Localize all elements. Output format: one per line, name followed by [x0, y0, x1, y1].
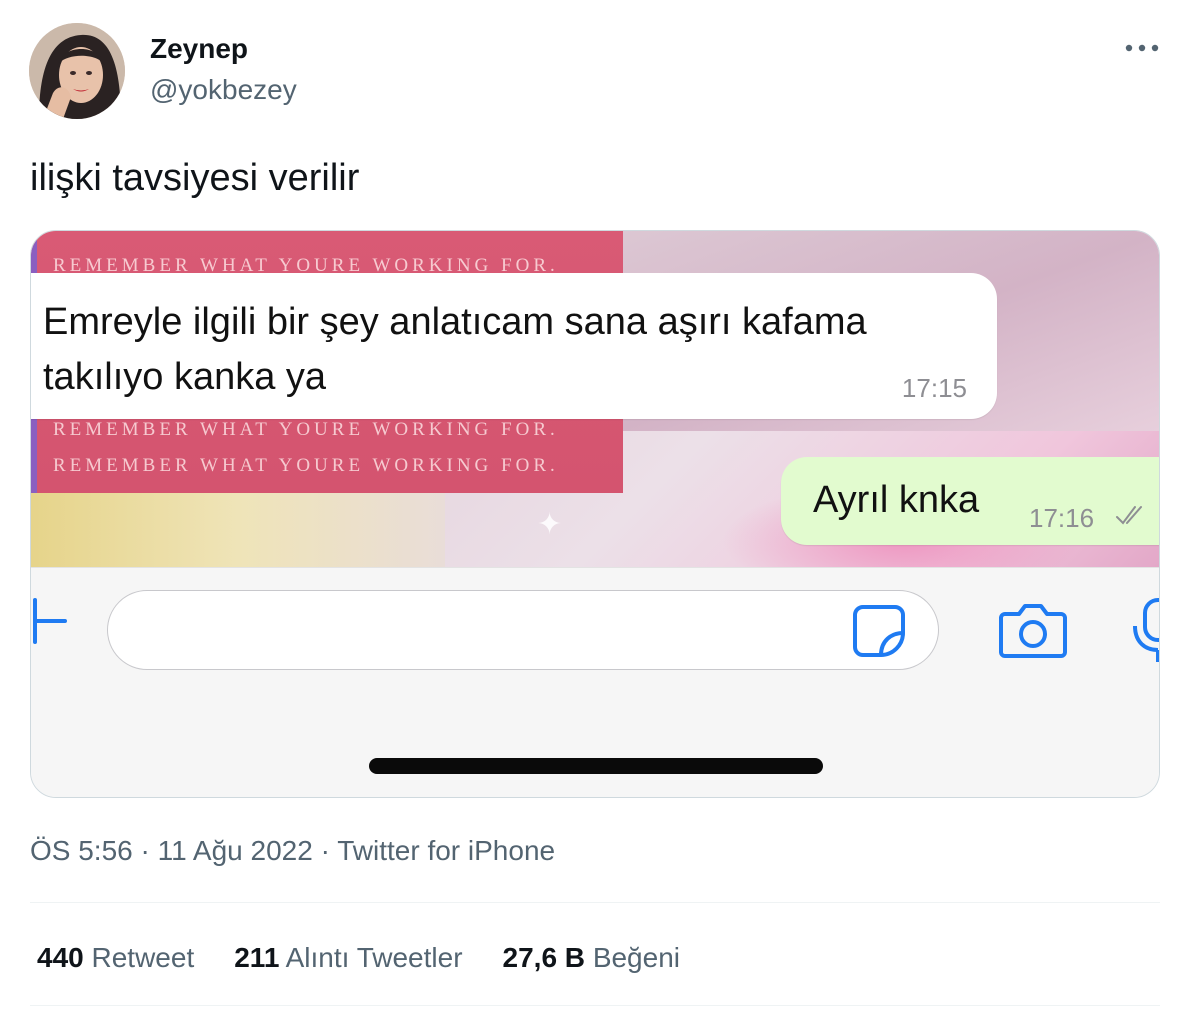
message-input-bar — [31, 567, 1159, 797]
meta-separator: · — [320, 835, 330, 866]
more-button[interactable] — [1120, 36, 1164, 60]
username[interactable]: @yokbezey — [150, 72, 297, 108]
divider — [30, 902, 1160, 903]
more-horizontal-icon — [1125, 44, 1159, 52]
tweet-time[interactable]: ÖS 5:56 — [30, 835, 133, 866]
incoming-message-text: Emreyle ilgili bir şey anlatıcam sana aş… — [43, 301, 867, 398]
stat-count: 211 — [234, 942, 280, 973]
divider — [30, 1005, 1160, 1006]
retweet-count[interactable]: 440 Retweet — [37, 940, 194, 976]
message-input[interactable] — [107, 590, 939, 670]
sparkle-icon: ✦ — [537, 508, 563, 541]
incoming-message-time: 17:15 — [901, 373, 967, 403]
double-check-icon — [1116, 506, 1142, 525]
incoming-message-bubble[interactable]: Emreyle ilgili bir şey anlatıcam sana aş… — [31, 273, 997, 419]
camera-icon[interactable] — [997, 598, 1069, 662]
like-count[interactable]: 27,6 B Beğeni — [503, 940, 680, 976]
tweet-timestamp: ÖS 5:56 · 11 Ağu 2022 · Twitter for iPho… — [30, 834, 555, 868]
stat-label: Retweet — [91, 942, 195, 973]
stat-label: Alıntı Tweetler — [285, 942, 463, 973]
avatar[interactable] — [29, 23, 125, 119]
tweet-media[interactable]: REMEMBER WHAT YOURE WORKING FOR. REMEMBE… — [30, 230, 1160, 798]
quote-tweet-count[interactable]: 211 Alıntı Tweetler — [234, 940, 462, 976]
tweet-date[interactable]: 11 Ağu 2022 — [158, 835, 313, 866]
avatar-image — [29, 23, 125, 119]
wallpaper-text: REMEMBER WHAT YOURE WORKING FOR. — [53, 419, 559, 440]
tweet-source[interactable]: Twitter for iPhone — [337, 835, 555, 866]
outgoing-message-bubble[interactable]: Ayrıl knka 17:16 — [781, 457, 1159, 545]
stat-count: 440 — [37, 942, 84, 973]
display-name[interactable]: Zeynep — [150, 31, 248, 67]
meta-separator: · — [140, 835, 150, 866]
wallpaper-bottom-panel — [31, 493, 445, 567]
outgoing-message-time: 17:16 — [1029, 503, 1095, 533]
outgoing-message-text: Ayrıl knka — [813, 479, 980, 521]
wallpaper-text: REMEMBER WHAT YOURE WORKING FOR. — [53, 455, 559, 476]
chat-background: REMEMBER WHAT YOURE WORKING FOR. REMEMBE… — [31, 231, 1159, 567]
sticker-icon[interactable] — [849, 601, 909, 661]
microphone-icon[interactable] — [1131, 596, 1159, 666]
tweet-stats: 440 Retweet 211 Alıntı Tweetler 27,6 B B… — [37, 940, 680, 976]
home-indicator — [369, 758, 823, 774]
stat-label: Beğeni — [592, 942, 680, 973]
plus-icon[interactable] — [31, 596, 71, 646]
tweet-text: ilişki tavsiyesi verilir — [30, 157, 360, 199]
stat-count: 27,6 B — [502, 942, 586, 973]
